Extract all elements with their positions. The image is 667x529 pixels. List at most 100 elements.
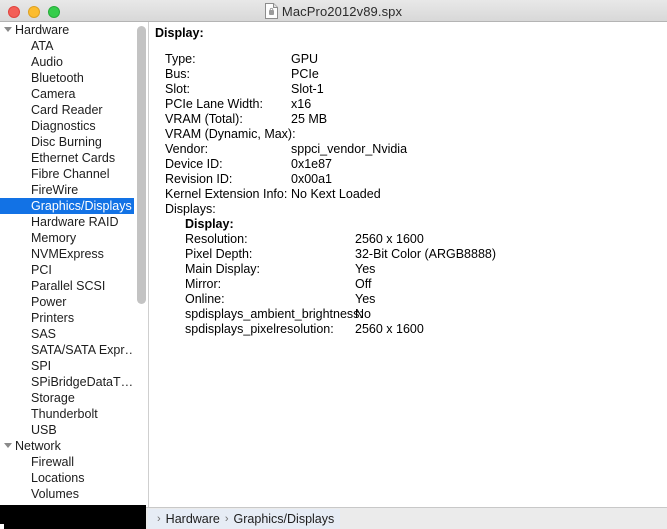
- detail-row: Type: GPU: [150, 52, 667, 67]
- sidebar-item-graphics-displays[interactable]: Graphics/Displays: [0, 198, 134, 214]
- detail-row-value: GPU: [291, 52, 319, 66]
- detail-row-key: PCIe Lane Width:: [165, 97, 263, 111]
- detail-row: VRAM (Total): 25 MB: [150, 112, 667, 127]
- sidebar-item-volumes[interactable]: Volumes: [0, 486, 134, 502]
- detail-row-key: Bus:: [165, 67, 191, 81]
- sidebar-item-memory[interactable]: Memory: [0, 230, 134, 246]
- detail-row: Slot: Slot-1: [150, 82, 667, 97]
- title-bar: MacPro2012v89.spx: [0, 0, 667, 22]
- breadcrumb-separator-icon: ›: [224, 512, 229, 525]
- detail-row-key: Device ID:: [165, 157, 223, 171]
- sidebar-item-network[interactable]: Network: [0, 438, 134, 454]
- sidebar-item-spi[interactable]: SPI: [0, 358, 134, 374]
- sidebar-item-ata[interactable]: ATA: [0, 38, 134, 54]
- display-detail-row: spdisplays_pixelresolution: 2560 x 1600: [150, 322, 667, 337]
- sidebar-scrollbar-thumb[interactable]: [137, 26, 146, 304]
- sidebar-item-label: Parallel SCSI: [31, 279, 106, 293]
- detail-row: Bus: PCIe: [150, 67, 667, 82]
- sidebar-item-sata-sata-expr[interactable]: SATA/SATA Expr…: [0, 342, 134, 358]
- display-row-key: spdisplays_ambient_brightness:: [185, 307, 363, 321]
- sidebar-item-label: Hardware: [15, 23, 70, 37]
- detail-row-value: 25 MB: [291, 112, 328, 126]
- sidebar-item-label: SAS: [31, 327, 57, 341]
- detail-pane: Display: Type: GPU Bus: PCIe Slot: Slot-1 PCIe …: [150, 22, 667, 507]
- sidebar-scrollbar[interactable]: [134, 22, 149, 507]
- sidebar-item-parallel-scsi[interactable]: Parallel SCSI: [0, 278, 134, 294]
- detail-row-value: Slot-1: [291, 82, 324, 96]
- sidebar-item-label: Graphics/Displays: [31, 199, 132, 213]
- sidebar-item-label: SATA/SATA Expr…: [31, 343, 134, 357]
- sidebar-item-firewall[interactable]: Firewall: [0, 454, 134, 470]
- sidebar-item-label: Camera: [31, 87, 76, 101]
- sidebar-item-label: Fibre Channel: [31, 167, 110, 181]
- sidebar-item-locations[interactable]: Locations: [0, 470, 134, 486]
- occluding-bar: [0, 505, 146, 529]
- display-row-key: Mirror:: [185, 277, 222, 291]
- detail-row-key: VRAM (Dynamic, Max):: [165, 127, 296, 141]
- detail-row: Device ID: 0x1e87: [150, 157, 667, 172]
- display-row-value: 2560 x 1600: [355, 322, 424, 336]
- display-detail-row: Resolution: 2560 x 1600: [150, 232, 667, 247]
- display-detail-row: Main Display: Yes: [150, 262, 667, 277]
- disclosure-triangle-icon[interactable]: [4, 27, 12, 33]
- sidebar-item-label: Network: [15, 439, 61, 453]
- sidebar-item-label: Card Reader: [31, 103, 103, 117]
- disclosure-triangle-icon[interactable]: [4, 443, 12, 449]
- sidebar-item-usb[interactable]: USB: [0, 422, 134, 438]
- sidebar-item-power[interactable]: Power: [0, 294, 134, 310]
- sidebar-item-fibre-channel[interactable]: Fibre Channel: [0, 166, 134, 182]
- detail-row-key: VRAM (Total):: [165, 112, 243, 126]
- sidebar-item-label: USB: [31, 423, 57, 437]
- sidebar-item-pci[interactable]: PCI: [0, 262, 134, 278]
- detail-row: Displays:: [150, 202, 667, 217]
- display-row-key: Resolution:: [185, 232, 248, 246]
- sidebar-outline[interactable]: Hardware ATA Audio Bluetooth Camera Card Read…: [0, 22, 134, 507]
- display-row-value: Off: [355, 277, 372, 291]
- display-row-key: Main Display:: [185, 262, 261, 276]
- sidebar-item-label: Power: [31, 295, 67, 309]
- sidebar-item-ethernet-cards[interactable]: Ethernet Cards: [0, 150, 134, 166]
- display-row-key: Online:: [185, 292, 225, 306]
- detail-row-key: Vendor:: [165, 142, 209, 156]
- sidebar-item-bluetooth[interactable]: Bluetooth: [0, 70, 134, 86]
- sidebar-item-label: Hardware RAID: [31, 215, 119, 229]
- sidebar-item-spibridgedatat[interactable]: SPiBridgeDataT…: [0, 374, 134, 390]
- detail-row-key: Displays:: [165, 202, 216, 216]
- detail-row-key: Revision ID:: [165, 172, 233, 186]
- sidebar-item-printers[interactable]: Printers: [0, 310, 134, 326]
- breadcrumb-item[interactable]: Hardware: [166, 512, 220, 526]
- detail-row-value: x16: [291, 97, 312, 111]
- sidebar-item-label: Audio: [31, 55, 63, 69]
- sidebar-item-label: Bluetooth: [31, 71, 84, 85]
- sidebar-item-audio[interactable]: Audio: [0, 54, 134, 70]
- sidebar-item-hardware[interactable]: Hardware: [0, 22, 134, 38]
- display-row-value: 32-Bit Color (ARGB8888): [355, 247, 497, 261]
- sidebar-item-nvmexpress[interactable]: NVMExpress: [0, 246, 134, 262]
- sidebar-item-label: SPiBridgeDataT…: [31, 375, 134, 389]
- sidebar-item-disc-burning[interactable]: Disc Burning: [0, 134, 134, 150]
- sidebar-item-label: Volumes: [31, 487, 79, 501]
- detail-row-value: sppci_vendor_Nvidia: [291, 142, 408, 156]
- sidebar-item-storage[interactable]: Storage: [0, 390, 134, 406]
- breadcrumb-item[interactable]: Graphics/Displays: [234, 512, 335, 526]
- detail-row-key: Type:: [165, 52, 196, 66]
- sidebar-item-firewire[interactable]: FireWire: [0, 182, 134, 198]
- display-detail-row: Pixel Depth: 32-Bit Color (ARGB8888): [150, 247, 667, 262]
- breadcrumb[interactable]: › Hardware › Graphics/Displays: [148, 509, 341, 529]
- sidebar-item-label: Printers: [31, 311, 75, 325]
- sidebar-item-hardware-raid[interactable]: Hardware RAID: [0, 214, 134, 230]
- detail-row: Vendor: sppci_vendor_Nvidia: [150, 142, 667, 157]
- sidebar-item-label: SPI: [31, 359, 52, 373]
- sidebar-item-label: Locations: [31, 471, 85, 485]
- sidebar-item-thunderbolt[interactable]: Thunderbolt: [0, 406, 134, 422]
- system-information-window: MacPro2012v89.spx Hardware ATA Audio Blueto…: [0, 0, 667, 529]
- detail-row-value: 0x00a1: [291, 172, 333, 186]
- sidebar-item-camera[interactable]: Camera: [0, 86, 134, 102]
- sidebar-item-diagnostics[interactable]: Diagnostics: [0, 118, 134, 134]
- display-row-value: Yes: [355, 292, 376, 306]
- sidebar-item-card-reader[interactable]: Card Reader: [0, 102, 134, 118]
- sidebar-item-sas[interactable]: SAS: [0, 326, 134, 342]
- display-detail-row: spdisplays_ambient_brightness: No: [150, 307, 667, 322]
- sidebar-item-label: PCI: [31, 263, 52, 277]
- document-icon: [264, 3, 278, 19]
